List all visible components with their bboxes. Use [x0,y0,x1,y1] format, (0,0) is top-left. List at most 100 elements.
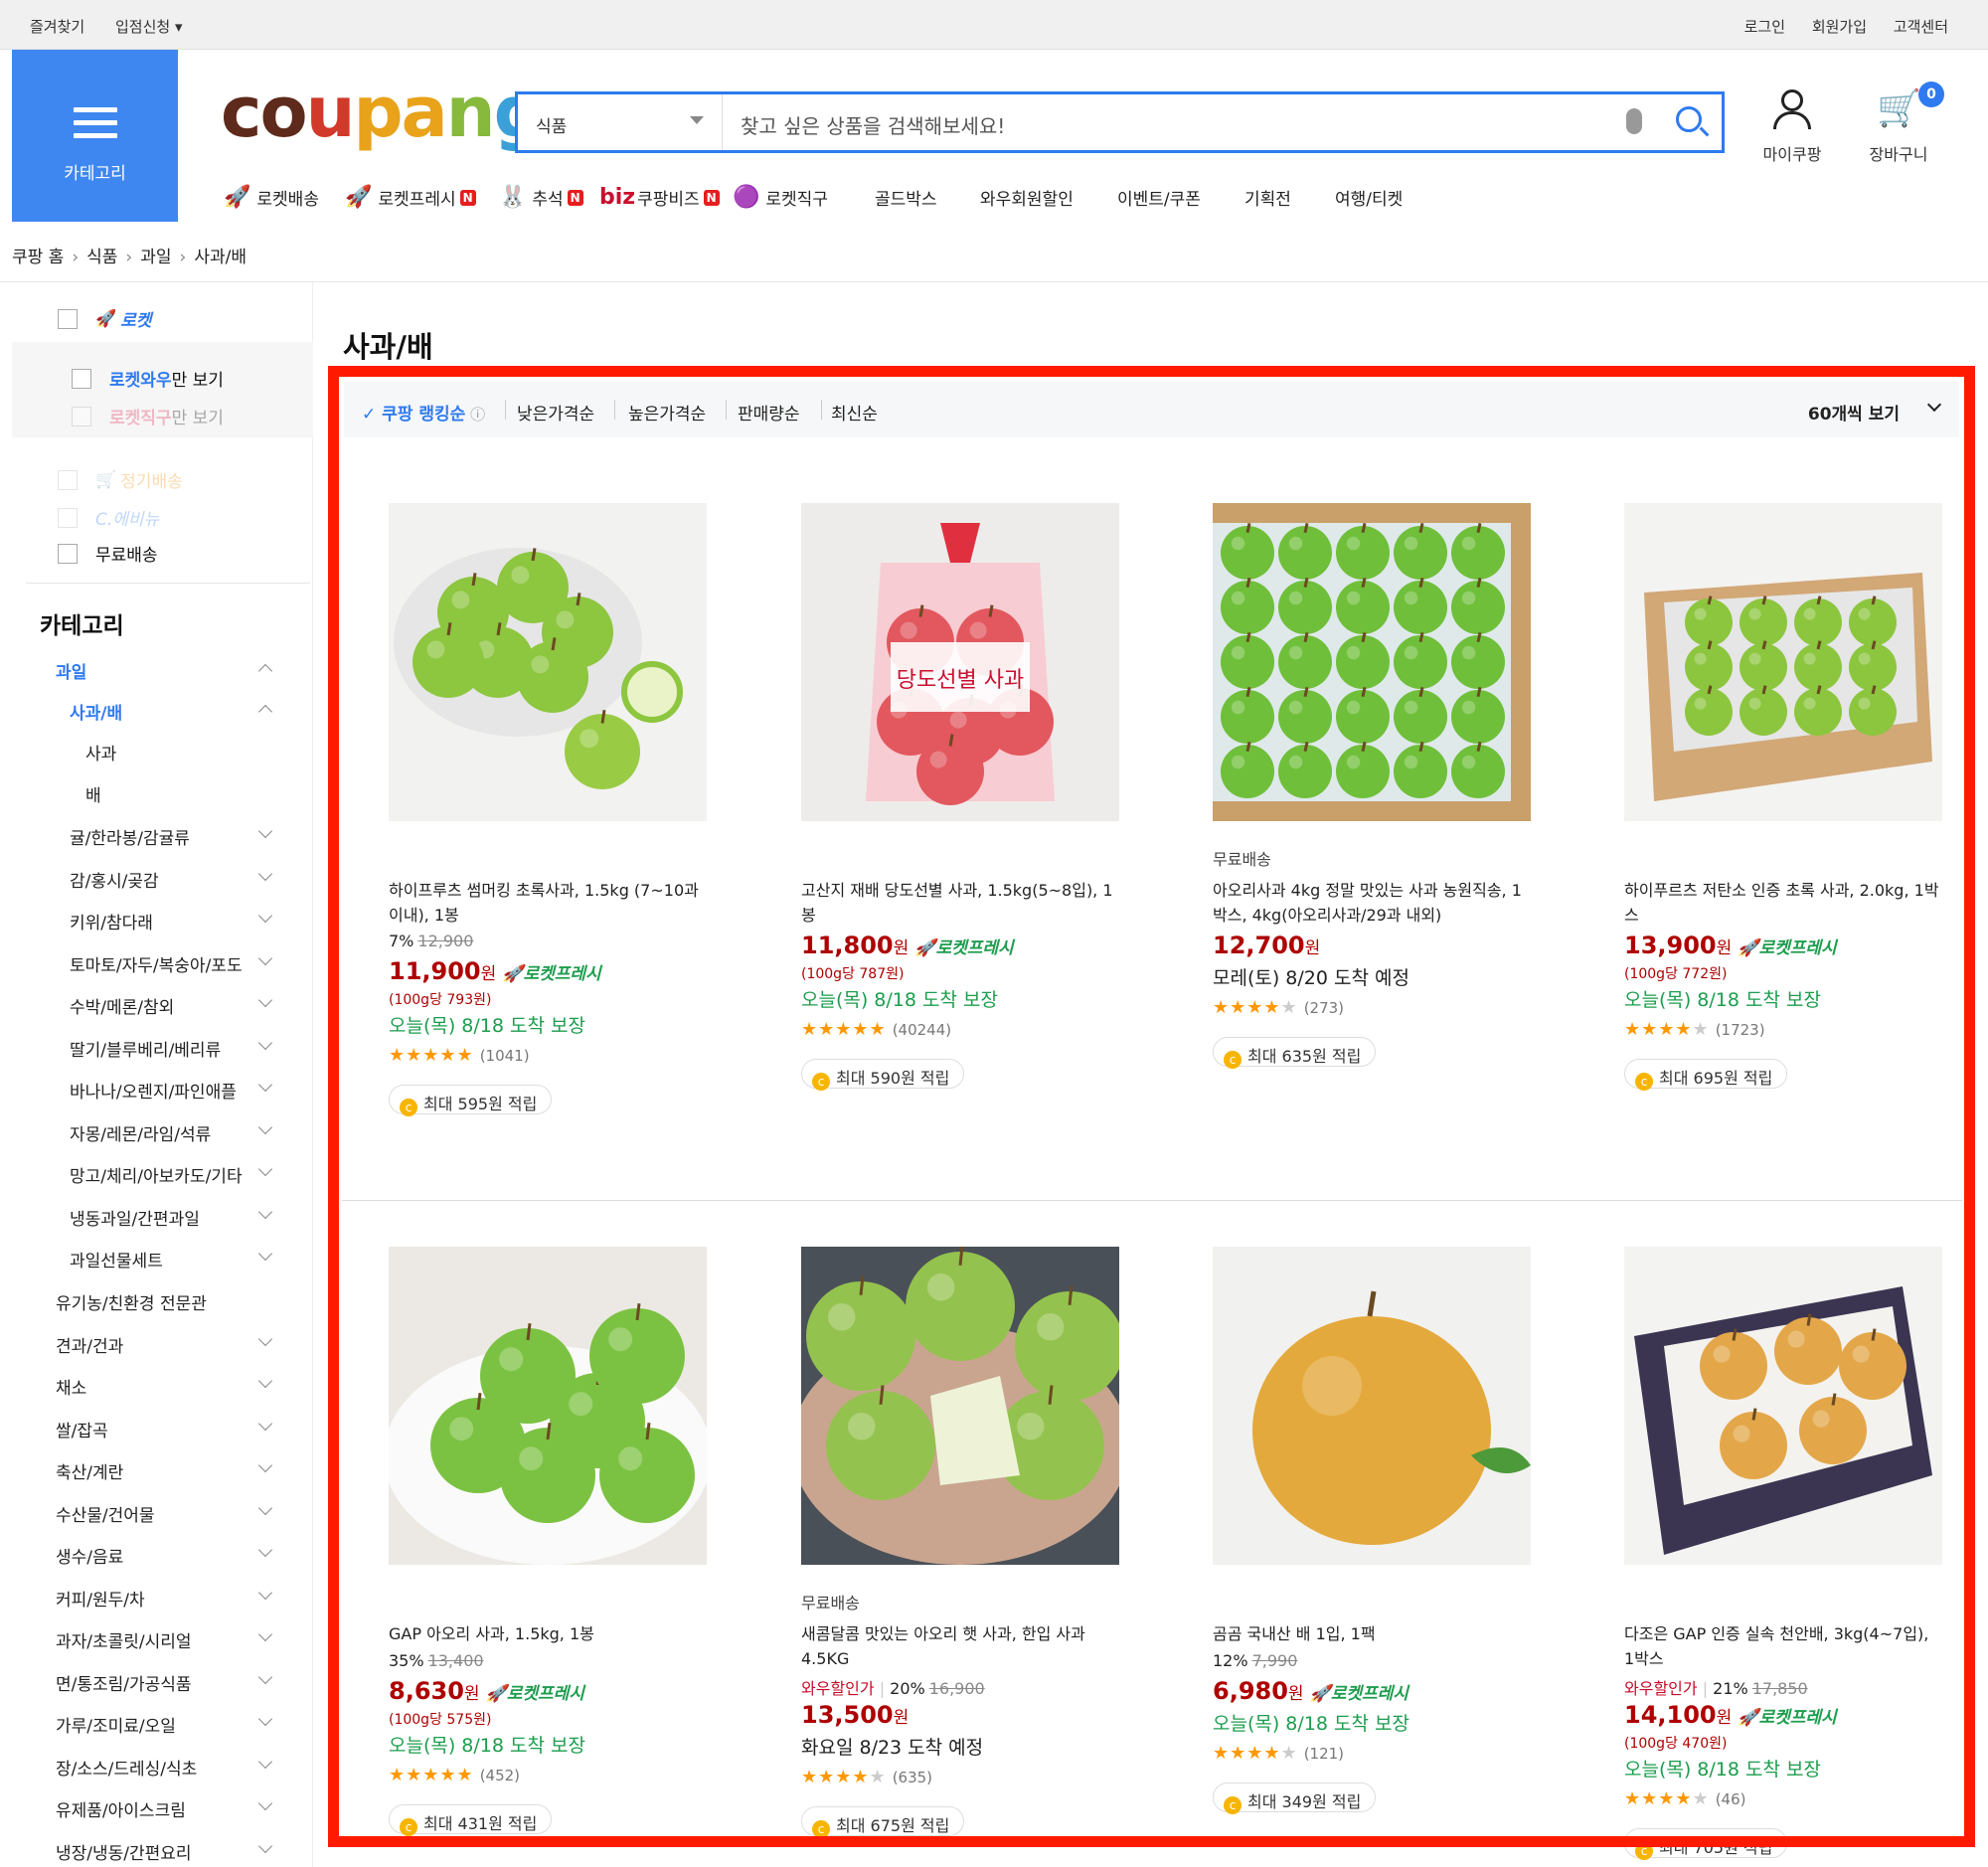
checkbox[interactable] [72,368,91,389]
search-category-select[interactable]: 식품 [518,94,723,150]
search-icon[interactable] [1676,106,1702,132]
category-item[interactable]: 생수/음료 [56,1543,123,1568]
nav-coupang-biz[interactable]: biz 쿠팡비즈 N [599,185,720,210]
nav-goldbox[interactable]: 골드박스 [875,185,937,210]
seller-apply-link[interactable]: 입점신청 ▾ [115,18,183,36]
coupang-logo[interactable]: coupang [221,78,544,147]
nav-label: 와우회원할인 [980,190,1074,210]
category-item[interactable]: 수박/메론/참외 [70,993,174,1018]
category-item[interactable]: 과일선물세트 [70,1247,163,1272]
chuseok-icon: 🐰 [499,185,527,210]
chevron-down-icon[interactable] [257,1711,273,1727]
category-item[interactable]: 딸기/블루베리/베리류 [70,1036,221,1061]
chevron-up-icon[interactable] [257,663,273,679]
nav-travel[interactable]: 여행/티켓 [1335,185,1403,210]
chevron-down-icon[interactable] [257,1246,273,1262]
checkbox[interactable] [58,507,78,528]
checkbox[interactable] [58,308,78,329]
filter-subscription[interactable]: 🛒 정기배송 [58,467,183,492]
breadcrumb-fruit[interactable]: 과일 [140,248,171,267]
filter-rocket-direct-only[interactable]: 로켓직구 만 보기 [72,404,224,428]
chevron-down-icon[interactable] [257,1416,273,1431]
filter-rocket-wow-only[interactable]: 로켓와우 만 보기 [72,366,224,391]
nav-rocket-fresh[interactable]: 🚀 로켓프레시 N [345,185,476,210]
breadcrumb-home[interactable]: 쿠팡 홈 [12,248,64,267]
chevron-down-icon[interactable] [257,950,273,965]
category-item[interactable]: 키위/참다래 [70,909,153,934]
category-item[interactable]: 냉장/냉동/간편요리 [56,1839,192,1864]
checkbox[interactable] [58,543,78,564]
search-input[interactable]: 찾고 싶은 상품을 검색해보세요! [741,110,1005,139]
chevron-down-icon[interactable] [257,1035,273,1050]
category-item[interactable]: 채소 [56,1374,86,1399]
category-item[interactable]: 자몽/레몬/라임/석류 [70,1120,211,1145]
chevron-right-icon: › [125,248,133,267]
chevron-down-icon[interactable] [257,1542,273,1558]
nav-rocket-delivery[interactable]: 🚀 로켓배송 [224,185,319,210]
chevron-down-icon[interactable] [257,908,273,924]
checkbox[interactable] [58,469,78,490]
nav-chuseok[interactable]: 🐰 추석 N [499,185,583,210]
category-item[interactable]: 가루/조미료/오일 [56,1712,176,1737]
nav-events[interactable]: 이벤트/쿠폰 [1117,185,1201,210]
signup-link[interactable]: 회원가입 [1812,18,1867,36]
chevron-down-icon[interactable] [257,1119,273,1134]
chevron-down-icon[interactable] [257,1795,273,1811]
category-item[interactable]: 망고/체리/아보카도/기타 [70,1162,243,1187]
category-item[interactable]: 장/소스/드레싱/식초 [56,1755,197,1780]
breadcrumb-food[interactable]: 식품 [86,248,117,267]
chevron-down-icon[interactable] [257,1585,273,1600]
login-link[interactable]: 로그인 [1744,18,1785,36]
bookmark-link[interactable]: 즐겨찾기 [30,18,84,36]
category-item[interactable]: 견과/건과 [56,1332,123,1357]
chevron-down-icon[interactable] [257,1838,273,1853]
category-item[interactable]: 유제품/아이스크림 [56,1796,186,1821]
chevron-down-icon[interactable] [257,1077,273,1093]
category-item[interactable]: 과자/초콜릿/시리얼 [56,1627,192,1652]
chevron-down-icon[interactable] [257,1373,273,1389]
chevron-down-icon[interactable] [257,1331,273,1346]
category-item[interactable]: 사과 [85,740,116,764]
mycoupang-button[interactable]: 마이쿠팡 [1757,89,1827,165]
chevron-down-icon[interactable] [257,992,273,1008]
chevron-up-icon[interactable] [257,704,273,720]
nav-label: 여행/티켓 [1335,190,1404,210]
chevron-down-icon[interactable] [257,1754,273,1769]
chevron-down-icon[interactable] [257,1161,273,1177]
category-item[interactable]: 유기농/친환경 전문관 [56,1289,207,1314]
category-item[interactable]: 사과/배 [70,699,122,724]
nav-exhibitions[interactable]: 기획전 [1244,185,1291,210]
nav-rocket-direct[interactable]: 🟣 로켓직구 [733,185,828,210]
breadcrumb-current[interactable]: 사과/배 [194,248,247,267]
category-item[interactable]: 쌀/잡곡 [56,1417,108,1442]
microphone-icon[interactable] [1626,108,1642,134]
category-item[interactable]: 커피/원두/차 [56,1586,145,1611]
category-item[interactable]: 과일 [56,658,86,683]
chevron-down-icon[interactable] [257,1204,273,1219]
nav-wow-discount[interactable]: 와우회원할인 [980,185,1074,210]
chevron-down-icon[interactable] [257,866,273,881]
filter-rocket[interactable]: 🚀 로켓 [58,306,151,331]
category-item[interactable]: 감/홍시/곶감 [70,867,159,892]
category-item[interactable]: 면/통조림/가공식품 [56,1670,192,1695]
category-item[interactable]: 수산물/건어물 [56,1501,155,1526]
category-item[interactable]: 냉동과일/간편과일 [70,1205,200,1230]
category-item[interactable]: 귤/한라봉/감귤류 [70,824,190,849]
nav-label: 쿠팡비즈 [637,190,700,210]
chevron-down-icon[interactable] [257,823,273,839]
customer-center-link[interactable]: 고객센터 [1894,18,1948,36]
category-item[interactable]: 축산/계란 [56,1458,123,1483]
category-menu-button[interactable]: 카테고리 [12,50,178,222]
filter-c-avenue[interactable]: C.에비뉴 [58,505,159,530]
chevron-down-icon[interactable] [257,1457,273,1473]
checkbox[interactable] [72,406,91,426]
filter-free-shipping[interactable]: 무료배송 [58,541,158,566]
rocket-icon: 🚀 [224,185,251,210]
category-item[interactable]: 바나나/오렌지/파인애플 [70,1078,237,1103]
cart-button[interactable]: 🛒 0 장바구니 [1861,82,1944,165]
category-item[interactable]: 배 [85,781,101,806]
chevron-down-icon[interactable] [257,1500,273,1515]
chevron-down-icon[interactable] [257,1626,273,1642]
chevron-down-icon[interactable] [257,1669,273,1684]
category-item[interactable]: 토마토/자두/복숭아/포도 [70,951,243,976]
